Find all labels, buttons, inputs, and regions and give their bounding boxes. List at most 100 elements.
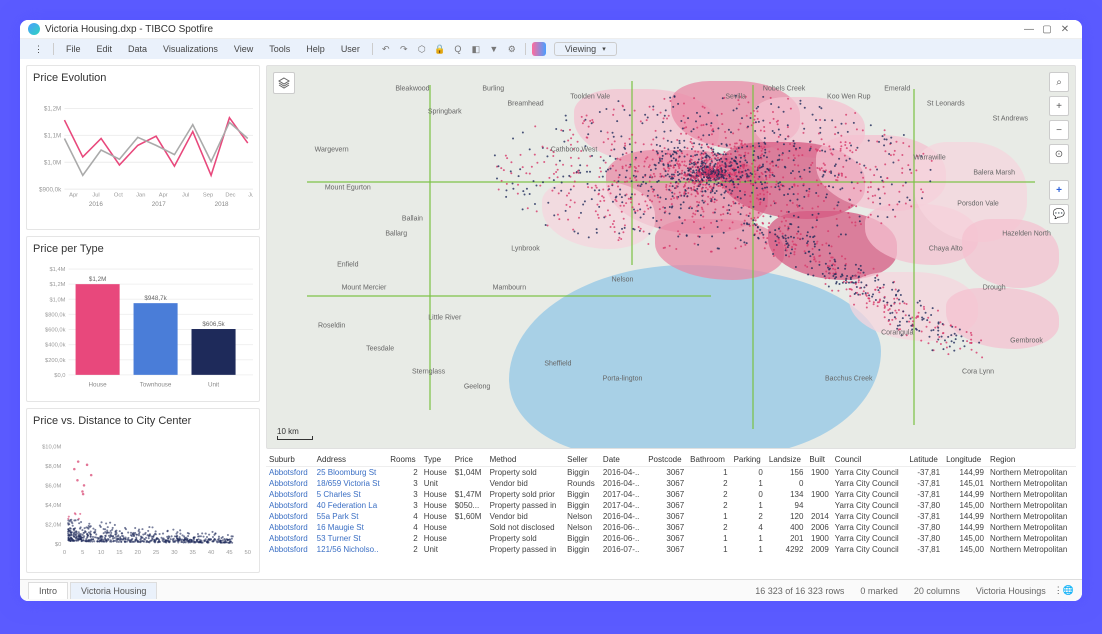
data-table[interactable]: SuburbAddressRoomsTypePriceMethodSellerD…	[266, 453, 1076, 573]
status-dataset: Victoria Housings	[976, 586, 1046, 596]
price-per-type-panel: Price per Type $0,0$200,0k$400,0k$600,0k…	[26, 236, 260, 401]
map-zoom-out-button[interactable]: −	[1049, 120, 1069, 140]
table-header[interactable]: Longitude	[943, 453, 987, 467]
svg-text:Dec: Dec	[225, 193, 235, 199]
table-header[interactable]: Postcode	[645, 453, 687, 467]
map-comment-button[interactable]: 💬	[1049, 204, 1069, 224]
menu-visualizations[interactable]: Visualizations	[155, 42, 226, 56]
map-place-label: Bacchus Creek	[825, 376, 872, 383]
lock-icon[interactable]: 🔒	[433, 44, 447, 55]
footer-bar: Intro Victoria Housing 16 323 of 16 323 …	[20, 579, 1082, 601]
svg-text:$800,0k: $800,0k	[45, 313, 66, 319]
filter-icon[interactable]: ▼	[487, 44, 501, 54]
globe-icon[interactable]: 🌐	[1063, 585, 1074, 596]
window-title: Victoria Housing.dxp - TIBCO Spotfire	[45, 24, 213, 35]
svg-text:$1,2M: $1,2M	[89, 276, 106, 283]
footer-kebab-icon[interactable]: ⋮	[1054, 585, 1063, 596]
svg-text:Jul: Jul	[182, 193, 189, 199]
map-search-button[interactable]: ⌕	[1049, 72, 1069, 92]
layers-button[interactable]	[273, 72, 295, 94]
menu-user[interactable]: User	[333, 42, 368, 56]
menu-tools[interactable]: Tools	[261, 42, 298, 56]
panel-title: Price vs. Distance to City Center	[33, 415, 253, 427]
map-place-label: Springbark	[428, 108, 462, 115]
svg-text:$8,0M: $8,0M	[45, 464, 61, 470]
table-row[interactable]: Abbotsford5 Charles St3House$1,47MProper…	[266, 489, 1076, 500]
svg-text:0: 0	[63, 550, 66, 556]
mode-dropdown[interactable]: Viewing ▾	[554, 42, 617, 56]
redo-icon[interactable]: ↷	[397, 44, 411, 55]
map-zoom-in-button[interactable]: +	[1049, 96, 1069, 116]
table-header[interactable]: Type	[421, 453, 452, 467]
svg-text:$10,0M: $10,0M	[42, 444, 61, 450]
table-header[interactable]: Bathroom	[687, 453, 730, 467]
cloud-icon[interactable]: ⬡	[415, 44, 429, 55]
table-row[interactable]: Abbotsford18/659 Victoria St3UnitVendor …	[266, 478, 1076, 489]
table-header[interactable]: Method	[487, 453, 565, 467]
table-row[interactable]: Abbotsford53 Turner St2HouseProperty sol…	[266, 533, 1076, 544]
table-header[interactable]: Region	[987, 453, 1076, 467]
table-header[interactable]: Parking	[731, 453, 766, 467]
palette-icon[interactable]	[532, 42, 546, 56]
map-reset-button[interactable]: ⊙	[1049, 144, 1069, 164]
gear-icon[interactable]: ⚙	[505, 44, 519, 55]
minimize-button[interactable]: —	[1020, 24, 1038, 35]
table-row[interactable]: Abbotsford25 Bloomburg St2House$1,04MPro…	[266, 467, 1076, 479]
map-panel[interactable]: ⌕ + − ⊙ + 💬 10 km BleakwoodBurlingSpring…	[266, 65, 1076, 449]
search-icon[interactable]: Q	[451, 44, 465, 54]
svg-text:Jun: Jun	[248, 193, 253, 199]
undo-icon[interactable]: ↶	[379, 44, 393, 55]
table-row[interactable]: Abbotsford121/56 Nicholso..2UnitProperty…	[266, 544, 1076, 555]
map-add-button[interactable]: +	[1049, 180, 1069, 200]
table-header[interactable]: Suburb	[266, 453, 314, 467]
map-place-label: Nelson	[612, 276, 634, 283]
table-header[interactable]: Built	[806, 453, 831, 467]
menu-file[interactable]: File	[58, 42, 89, 56]
svg-text:Jul: Jul	[92, 193, 99, 199]
menu-edit[interactable]: Edit	[89, 42, 121, 56]
map-place-label: Enfield	[337, 261, 358, 268]
table-row[interactable]: Abbotsford55a Park St4House$1,60MVendor …	[266, 511, 1076, 522]
map-scale: 10 km	[277, 427, 313, 440]
bar-chart[interactable]: $0,0$200,0k$400,0k$600,0k$800,0k$1,0M$1,…	[33, 259, 253, 394]
table-header[interactable]: Landsize	[766, 453, 807, 467]
spotfire-logo-icon	[28, 23, 40, 35]
tab-victoria-housing[interactable]: Victoria Housing	[70, 582, 157, 599]
svg-text:$1,1M: $1,1M	[44, 133, 61, 140]
map-place-label: Drough	[983, 284, 1006, 291]
svg-text:$606,5k: $606,5k	[202, 321, 225, 328]
map-place-label: Cora Lynn	[962, 368, 994, 375]
map-place-label: Corangula	[881, 330, 913, 337]
svg-text:2016: 2016	[89, 201, 103, 208]
bookmark-icon[interactable]: ◧	[469, 44, 483, 55]
close-button[interactable]: ✕	[1056, 24, 1074, 35]
menu-view[interactable]: View	[226, 42, 261, 56]
kebab-menu-icon[interactable]: ⋮	[28, 44, 49, 55]
table-header[interactable]: Council	[832, 453, 907, 467]
line-chart[interactable]: $900,0k$1,0M$1,1M$1,2MAprJulOctJanAprJul…	[33, 88, 253, 223]
table-header[interactable]: Price	[452, 453, 487, 467]
table-header[interactable]: Latitude	[906, 453, 943, 467]
table-header[interactable]: Seller	[564, 453, 600, 467]
table-row[interactable]: Abbotsford40 Federation La3House$050...P…	[266, 500, 1076, 511]
scatter-chart[interactable]: $0$2,0M$4,0M$6,0M$8,0M$10,0M051015202530…	[33, 431, 253, 566]
table-row[interactable]: Abbotsford16 Maugie St4HouseSold not dis…	[266, 522, 1076, 533]
table-header[interactable]: Date	[600, 453, 645, 467]
map-place-label: Hazelden North	[1002, 231, 1051, 238]
map-place-label: Burling	[482, 85, 504, 92]
status-marked: 0 marked	[860, 586, 898, 596]
svg-text:$900,0k: $900,0k	[39, 186, 62, 193]
map-place-label: Sheffield	[544, 360, 571, 367]
svg-text:15: 15	[116, 550, 122, 556]
maximize-button[interactable]: ▢	[1038, 24, 1056, 35]
svg-text:Oct: Oct	[114, 193, 123, 199]
tab-intro[interactable]: Intro	[28, 582, 68, 599]
menu-help[interactable]: Help	[298, 42, 333, 56]
svg-text:5: 5	[81, 550, 84, 556]
table-header[interactable]: Rooms	[387, 453, 420, 467]
svg-text:Sep: Sep	[203, 193, 213, 199]
menu-data[interactable]: Data	[120, 42, 155, 56]
map-points-layer	[267, 66, 1075, 448]
panel-title: Price Evolution	[33, 72, 253, 84]
table-header[interactable]: Address	[314, 453, 388, 467]
